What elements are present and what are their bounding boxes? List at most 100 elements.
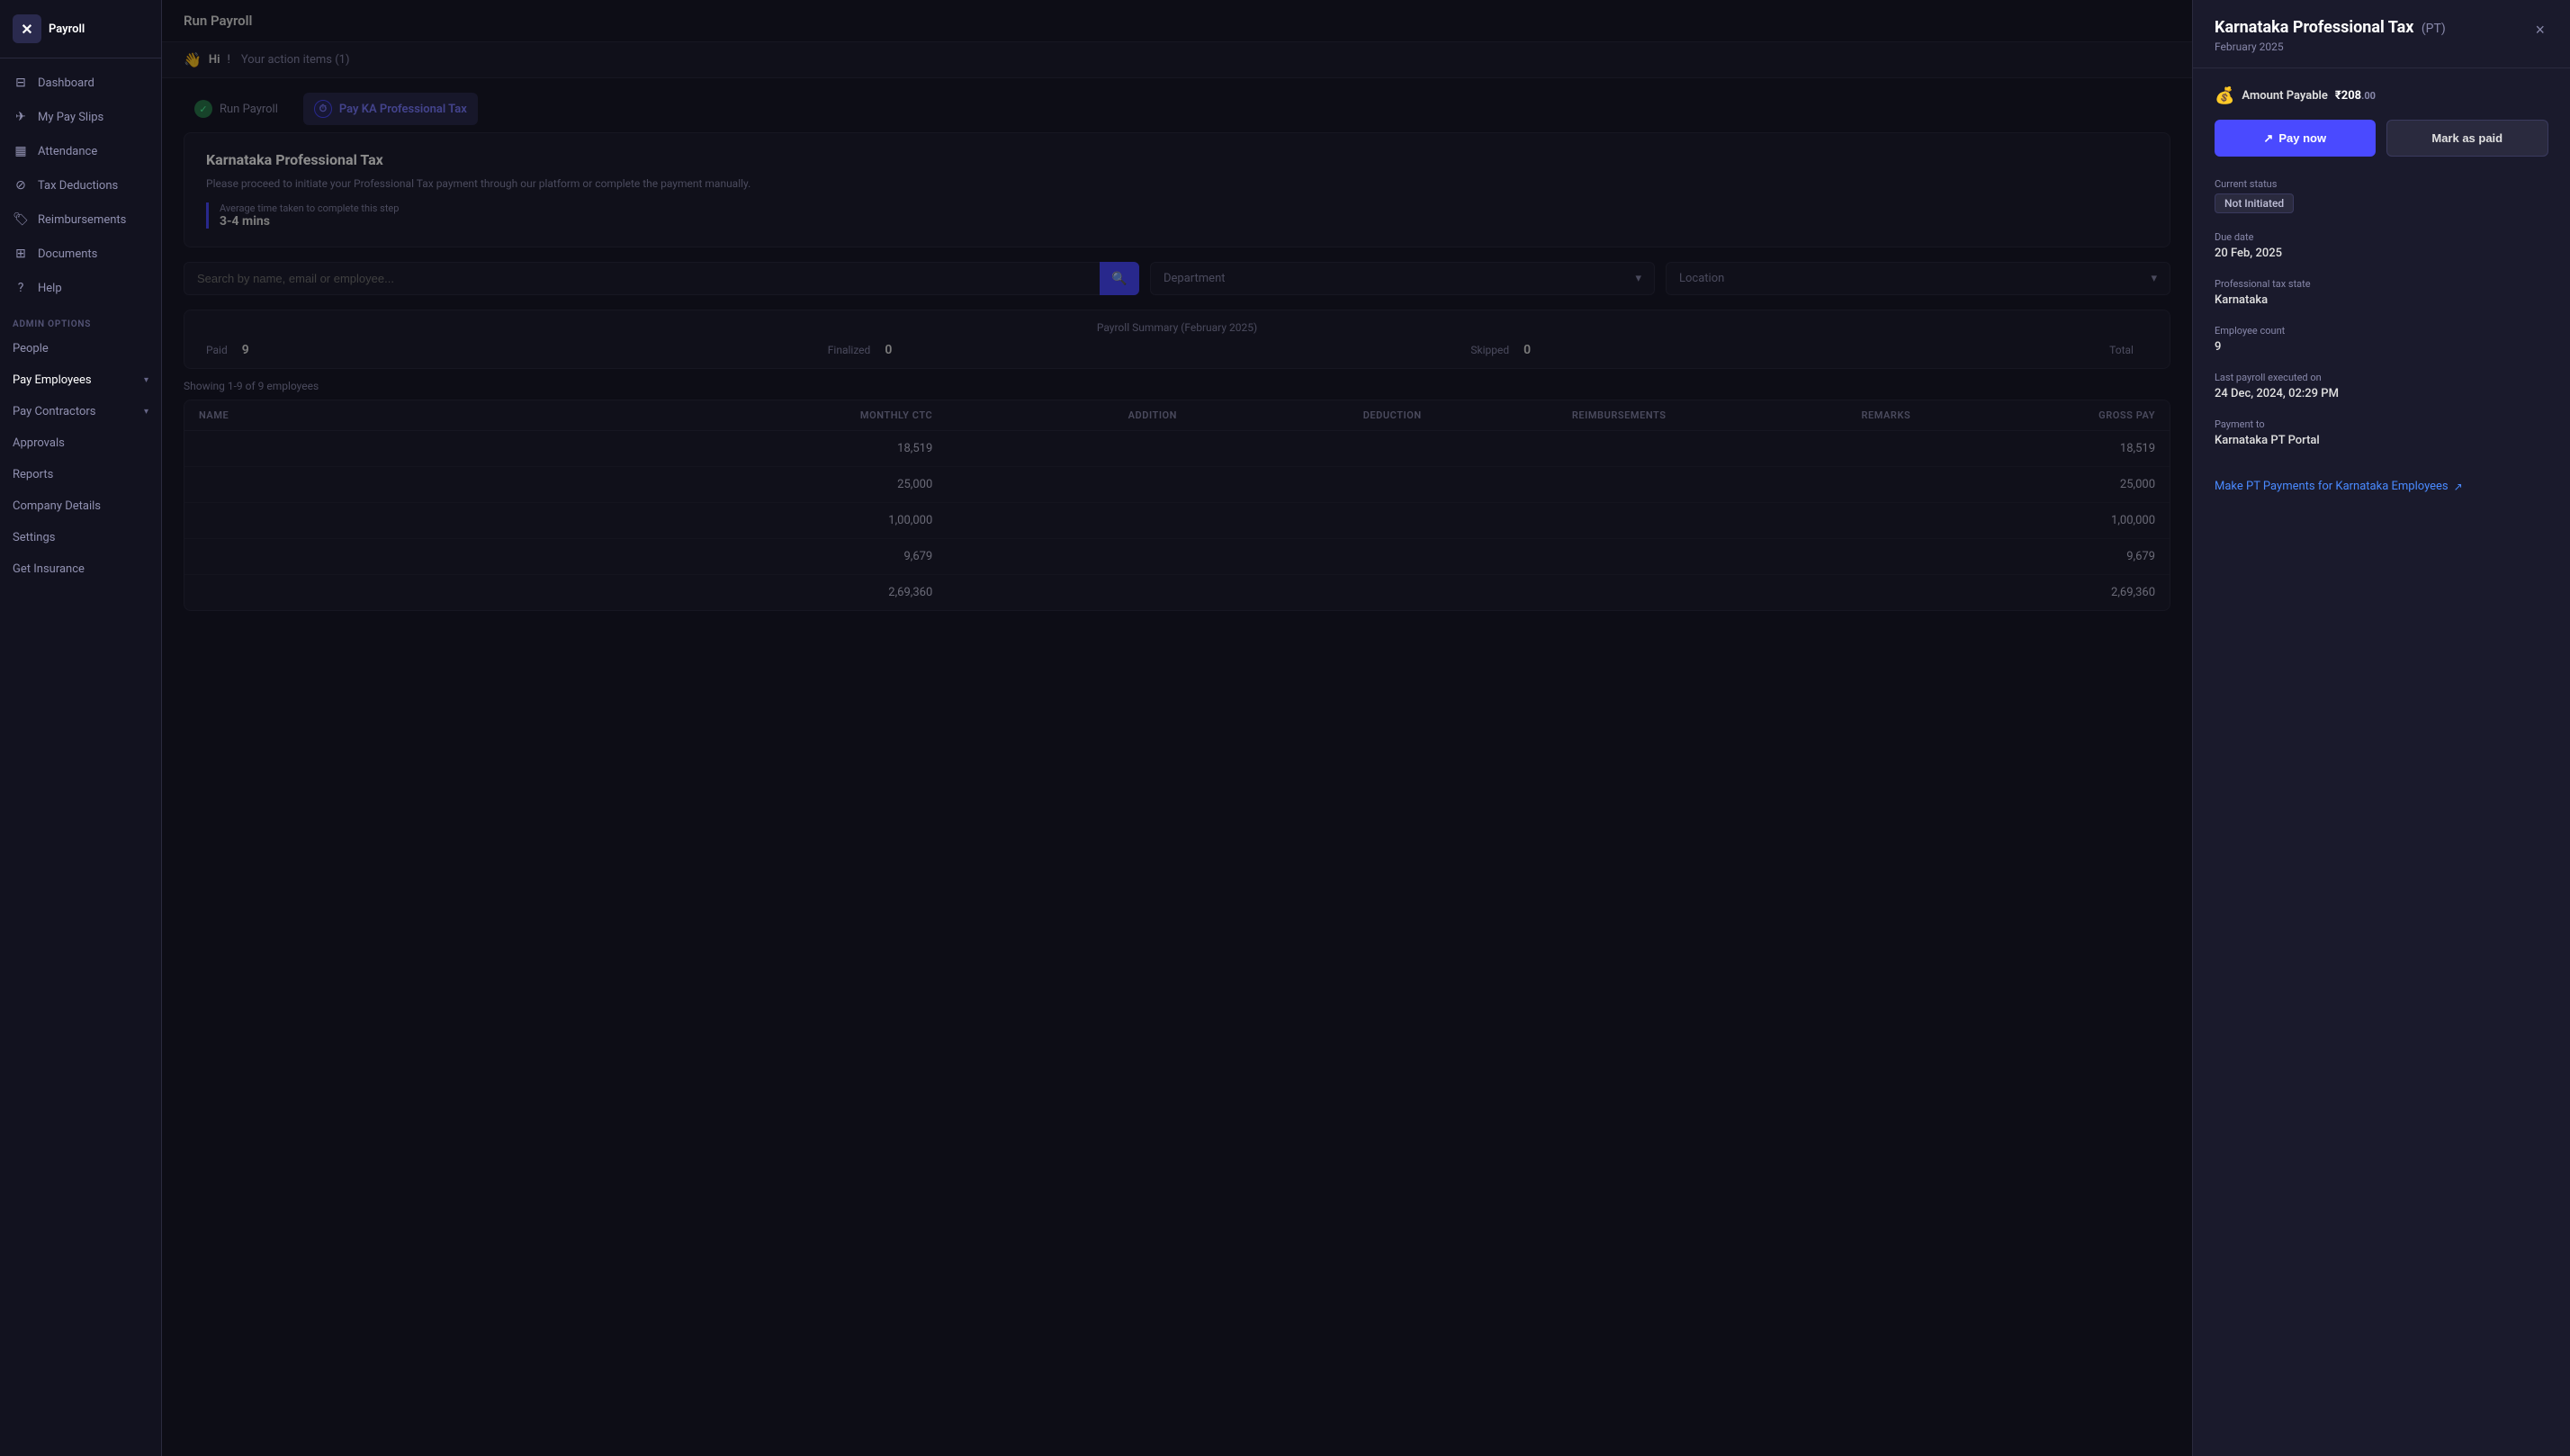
cell-gross: 18,519 xyxy=(1910,442,2155,455)
separator: ! xyxy=(228,53,230,67)
department-select[interactable]: Department ▾ xyxy=(1150,262,1655,295)
sidebar-item-reports[interactable]: Reports xyxy=(0,459,161,490)
wave-icon: 👋 xyxy=(184,51,202,68)
stat-skipped: Skipped 0 xyxy=(1470,343,1531,357)
stat-finalized-label: Finalized xyxy=(828,344,871,356)
table-row: 25,000 25,000 xyxy=(184,467,2170,503)
amount-decimal: .00 xyxy=(2361,90,2376,102)
sidebar-item-label: Pay Employees xyxy=(13,373,92,387)
sidebar-main-nav: ⊟ Dashboard ✈ My Pay Slips ▦ Attendance … xyxy=(0,58,161,1456)
sidebar-item-label: Dashboard xyxy=(38,76,94,90)
admin-section-label: ADMIN OPTIONS xyxy=(0,305,161,333)
kt-description: Please proceed to initiate your Professi… xyxy=(206,175,2148,192)
cell-remarks xyxy=(1667,442,1911,455)
sidebar-item-pay-slips[interactable]: ✈ My Pay Slips xyxy=(0,100,161,134)
greeting-text: Hi xyxy=(209,53,220,67)
search-button[interactable]: 🔍 xyxy=(1100,262,1139,295)
make-pt-payments-link[interactable]: Make PT Payments for Karnataka Employees xyxy=(2215,480,2449,493)
sidebar-item-tax-deductions[interactable]: ⊘ Tax Deductions xyxy=(0,168,161,202)
cell-deduction xyxy=(1177,550,1422,563)
table-row: 2,69,360 2,69,360 xyxy=(184,575,2170,610)
step-check-icon: ✓ xyxy=(194,100,212,118)
cell-reimbursements xyxy=(1422,514,1667,527)
professional-tax-state-label: Professional tax state xyxy=(2215,278,2548,290)
step-label: Run Payroll xyxy=(220,103,278,116)
chevron-down-icon: ▾ xyxy=(144,375,148,385)
close-button[interactable]: × xyxy=(2531,18,2548,41)
sidebar: ✕ Payroll ⊟ Dashboard ✈ My Pay Slips ▦ A… xyxy=(0,0,162,1456)
sidebar-item-people[interactable]: People xyxy=(0,333,161,364)
step-label: Pay KA Professional Tax xyxy=(339,103,467,116)
department-label: Department xyxy=(1164,272,1226,285)
dashboard-icon: ⊟ xyxy=(13,75,29,91)
table-row: 18,519 18,519 xyxy=(184,431,2170,467)
kt-title: Karnataka Professional Tax xyxy=(206,151,2148,168)
cell-gross: 9,679 xyxy=(1910,550,2155,563)
external-link-icon: ↗ xyxy=(2454,481,2463,493)
panel-title: Karnataka Professional Tax (PT) xyxy=(2215,18,2446,37)
pay-now-label: Pay now xyxy=(2278,131,2326,145)
pay-now-button[interactable]: ↗ Pay now xyxy=(2215,120,2376,157)
help-icon: ? xyxy=(13,280,29,296)
mark-as-paid-button[interactable]: Mark as paid xyxy=(2386,120,2549,157)
action-items-text: Your action items (1) xyxy=(241,53,350,67)
sidebar-item-attendance[interactable]: ▦ Attendance xyxy=(0,134,161,168)
logo-text: Payroll xyxy=(49,22,85,36)
due-date-label: Due date xyxy=(2215,231,2548,243)
cell-deduction xyxy=(1177,442,1422,455)
attendance-icon: ▦ xyxy=(13,143,29,159)
sidebar-item-approvals[interactable]: Approvals xyxy=(0,427,161,459)
info-payment-to: Payment to Karnataka PT Portal xyxy=(2215,418,2548,447)
amount-value: ₹208.00 xyxy=(2335,89,2376,103)
kt-time-value: 3-4 mins xyxy=(220,214,2148,229)
sidebar-item-settings[interactable]: Settings xyxy=(0,522,161,553)
search-input[interactable] xyxy=(184,262,1139,295)
sidebar-item-label: Reports xyxy=(13,468,53,481)
sidebar-item-help[interactable]: ? Help xyxy=(0,271,161,305)
link-row: Make PT Payments for Karnataka Employees… xyxy=(2215,480,2548,493)
sidebar-item-get-insurance[interactable]: Get Insurance xyxy=(0,553,161,585)
col-name: Name xyxy=(199,409,688,421)
info-current-status: Current status Not Initiated xyxy=(2215,178,2548,213)
step-pay-ka-professional-tax[interactable]: ⏱ Pay KA Professional Tax xyxy=(303,93,478,125)
location-label: Location xyxy=(1679,272,1724,285)
sidebar-item-label: Company Details xyxy=(13,499,101,513)
panel-title-wrap: Karnataka Professional Tax (PT) February… xyxy=(2215,18,2446,53)
cell-remarks xyxy=(1667,514,1911,527)
employee-count-label: Employee count xyxy=(2215,325,2548,337)
sidebar-item-label: Tax Deductions xyxy=(38,179,118,193)
sidebar-item-dashboard[interactable]: ⊟ Dashboard xyxy=(0,66,161,100)
sidebar-item-company-details[interactable]: Company Details xyxy=(0,490,161,522)
panel-body: 💰 Amount Payable ₹208.00 ↗ Pay now Mark … xyxy=(2193,68,2570,511)
action-banner: 👋 Hi ! Your action items (1) xyxy=(162,42,2192,78)
cell-name xyxy=(199,586,688,599)
pay-now-icon: ↗ xyxy=(2263,131,2273,146)
sidebar-item-label: My Pay Slips xyxy=(38,111,103,124)
documents-icon: ⊞ xyxy=(13,246,29,262)
step-run-payroll[interactable]: ✓ Run Payroll xyxy=(184,93,289,125)
sidebar-item-reimbursements[interactable]: 🏷 Reimbursements xyxy=(0,202,161,237)
stat-paid-value: 9 xyxy=(242,343,249,357)
stat-skipped-label: Skipped xyxy=(1470,344,1509,356)
col-gross-pay: Gross Pay xyxy=(1910,409,2155,421)
payment-to-label: Payment to xyxy=(2215,418,2548,430)
cell-reimbursements xyxy=(1422,586,1667,599)
panel-subtitle: February 2025 xyxy=(2215,40,2446,53)
col-deduction: Deduction xyxy=(1177,409,1422,421)
kt-time-box: Average time taken to complete this step… xyxy=(206,202,2148,229)
amount-label: Amount Payable xyxy=(2242,89,2327,103)
stat-finalized: Finalized 0 xyxy=(828,343,893,357)
location-select[interactable]: Location ▾ xyxy=(1666,262,2170,295)
panel-header: Karnataka Professional Tax (PT) February… xyxy=(2193,0,2570,68)
cell-deduction xyxy=(1177,514,1422,527)
tax-deductions-icon: ⊘ xyxy=(13,177,29,193)
sidebar-item-pay-contractors[interactable]: Pay Contractors ▾ xyxy=(0,396,161,427)
cell-ctc: 9,679 xyxy=(688,550,933,563)
status-badge: Not Initiated xyxy=(2215,193,2294,213)
cell-deduction xyxy=(1177,478,1422,491)
sidebar-item-label: Get Insurance xyxy=(13,562,85,576)
cell-addition xyxy=(932,514,1177,527)
sidebar-item-documents[interactable]: ⊞ Documents xyxy=(0,237,161,271)
table-row: 9,679 9,679 xyxy=(184,539,2170,575)
sidebar-item-pay-employees[interactable]: Pay Employees ▾ xyxy=(0,364,161,396)
